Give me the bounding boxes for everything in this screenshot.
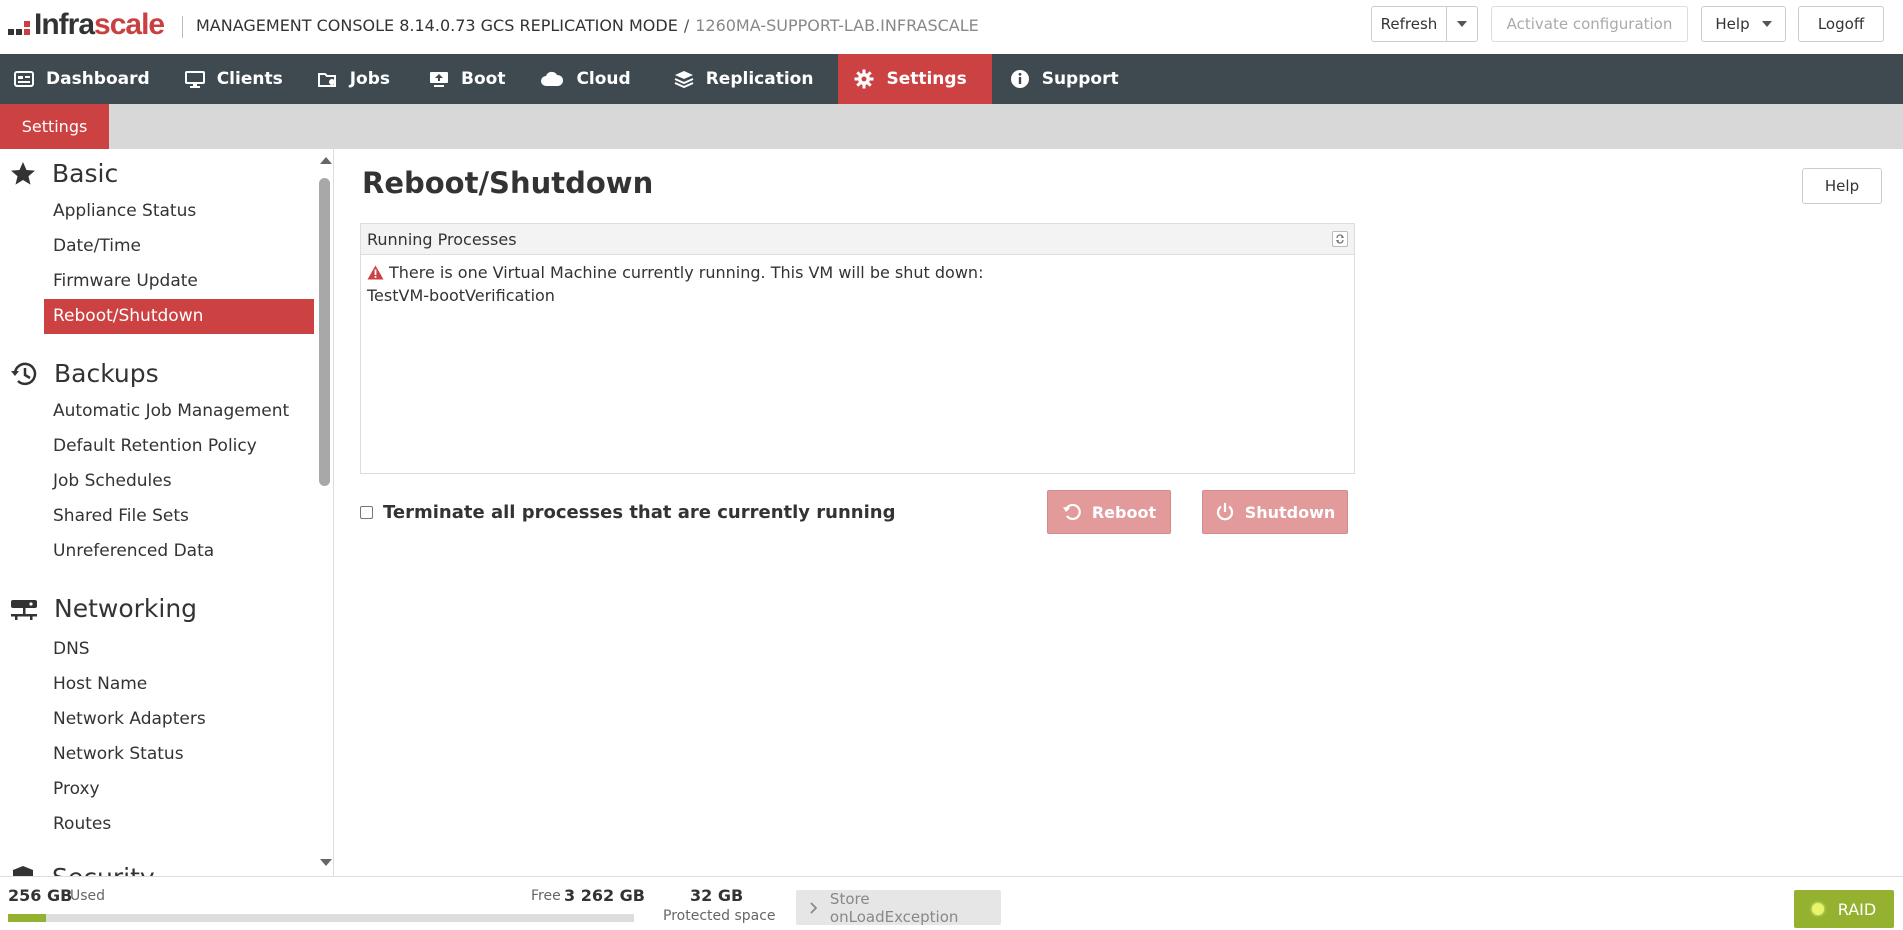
- logo-wordmark: Infrascale: [34, 8, 165, 41]
- console-title: MANAGEMENT CONSOLE 8.14.0.73 GCS REPLICA…: [196, 16, 979, 35]
- sidebar-item-dns[interactable]: DNS: [44, 632, 314, 667]
- sidebar-item-network-status[interactable]: Network Status: [44, 737, 314, 772]
- sidebar-item-job-schedules[interactable]: Job Schedules: [44, 464, 314, 499]
- cloud-icon: [541, 71, 564, 86]
- scroll-up-arrow-icon[interactable]: [320, 157, 332, 164]
- sidebar-item-proxy[interactable]: Proxy: [44, 772, 314, 807]
- sub-nav: Settings: [0, 104, 1903, 149]
- storage-usage-bar: [8, 914, 634, 922]
- gear-icon: [854, 69, 874, 89]
- terminate-processes-label: Terminate all processes that are current…: [383, 502, 896, 523]
- settings-sidebar: Basic Appliance Status Date/Time Firmwar…: [0, 149, 334, 876]
- sidebar-item-host-name[interactable]: Host Name: [44, 667, 314, 702]
- nav-dashboard[interactable]: Dashboard: [0, 54, 167, 104]
- store-status-button[interactable]: Store onLoadException: [796, 890, 1001, 926]
- running-processes-panel: Running Processes There is one Virtual M…: [360, 223, 1355, 474]
- info-icon: [1010, 70, 1029, 88]
- title-slash: /: [683, 16, 690, 35]
- used-space-value: 256 GB: [8, 886, 73, 905]
- sidebar-item-default-retention-policy[interactable]: Default Retention Policy: [44, 429, 314, 464]
- nav-replication[interactable]: Replication: [648, 54, 831, 104]
- free-space-label: Free: [531, 888, 561, 904]
- jobs-icon: [317, 73, 336, 87]
- sidebar-item-unreferenced-data[interactable]: Unreferenced Data: [44, 534, 314, 569]
- scrollbar-thumb[interactable]: [319, 178, 330, 486]
- panel-refresh-button[interactable]: [1332, 231, 1348, 247]
- page-help-button[interactable]: Help: [1802, 168, 1882, 204]
- sidebar-section-basic: Basic: [10, 159, 118, 188]
- reboot-icon: [1062, 503, 1081, 521]
- boot-icon: [430, 71, 448, 87]
- sidebar-item-shared-file-sets[interactable]: Shared File Sets: [44, 499, 314, 534]
- nav-boot[interactable]: Boot: [407, 54, 522, 104]
- activate-configuration-button[interactable]: Activate configuration: [1491, 6, 1688, 42]
- reboot-button[interactable]: Reboot: [1047, 490, 1171, 534]
- panel-header: Running Processes: [361, 224, 1354, 255]
- console-version: MANAGEMENT CONSOLE 8.14.0.73 GCS REPLICA…: [196, 16, 678, 35]
- sidebar-item-automatic-job-management[interactable]: Automatic Job Management: [44, 394, 314, 429]
- panel-title: Running Processes: [367, 229, 517, 249]
- history-icon: [11, 362, 37, 385]
- sidebar-section-backups: Backups: [10, 359, 159, 388]
- sidebar-item-firmware-update[interactable]: Firmware Update: [44, 264, 314, 299]
- nav-jobs[interactable]: Jobs: [300, 54, 407, 104]
- warning-icon: [367, 265, 384, 280]
- chevron-right-icon: [810, 901, 818, 914]
- console-host: 1260MA-SUPPORT-LAB.INFRASCALE: [695, 16, 979, 35]
- top-header: Infrascale MANAGEMENT CONSOLE 8.14.0.73 …: [0, 0, 1903, 55]
- free-space-value: 3 262 GB: [564, 886, 645, 905]
- dashboard-icon: [14, 71, 34, 87]
- protected-space-label: Protected space: [663, 908, 776, 924]
- subtab-settings[interactable]: Settings: [0, 104, 109, 149]
- refresh-button[interactable]: Refresh: [1371, 6, 1447, 42]
- scroll-down-arrow-icon[interactable]: [320, 859, 332, 866]
- nav-settings[interactable]: Settings: [838, 54, 992, 104]
- layers-icon: [674, 71, 694, 88]
- header-separator: [182, 16, 183, 38]
- vm-name: TestVM-bootVerification: [367, 286, 555, 305]
- main-nav: Dashboard Clients Jobs Boot Cloud Replic…: [0, 54, 1903, 104]
- header-help-button[interactable]: Help: [1701, 6, 1786, 42]
- terminate-processes-option[interactable]: Terminate all processes that are current…: [360, 502, 895, 523]
- nav-clients[interactable]: Clients: [167, 54, 300, 104]
- protected-space-value: 32 GB: [690, 886, 744, 905]
- used-space-label: Used: [70, 888, 106, 904]
- shutdown-button[interactable]: Shutdown: [1202, 490, 1348, 534]
- vm-warning-text: There is one Virtual Machine currently r…: [389, 263, 984, 282]
- monitor-icon: [184, 70, 205, 88]
- storage-usage-fill: [8, 914, 46, 922]
- raid-status-dot-icon: [1811, 903, 1824, 915]
- network-icon: [11, 599, 37, 620]
- shield-icon: [13, 865, 33, 876]
- chevron-down-icon: [1761, 21, 1772, 27]
- storage-footer: 256 GB Used Free 3 262 GB 32 GB Protecte…: [0, 876, 1903, 930]
- page-title: Reboot/Shutdown: [362, 166, 654, 200]
- sidebar-item-network-adapters[interactable]: Network Adapters: [44, 702, 314, 737]
- sidebar-item-date-time[interactable]: Date/Time: [44, 229, 314, 264]
- nav-cloud[interactable]: Cloud: [522, 54, 647, 104]
- infrascale-logo[interactable]: Infrascale: [8, 8, 165, 41]
- raid-status-button[interactable]: RAID: [1794, 890, 1894, 928]
- logo-mark: [8, 21, 30, 35]
- sidebar-section-networking: Networking: [10, 594, 197, 623]
- panel-body: There is one Virtual Machine currently r…: [361, 255, 1354, 313]
- refresh-dropdown-button[interactable]: [1446, 6, 1478, 42]
- sidebar-item-reboot-shutdown[interactable]: Reboot/Shutdown: [44, 299, 314, 334]
- sidebar-scrollbar[interactable]: [316, 149, 333, 876]
- vm-warning: There is one Virtual Machine currently r…: [367, 261, 1348, 284]
- sidebar-item-routes[interactable]: Routes: [44, 807, 314, 842]
- refresh-icon: [1336, 234, 1344, 244]
- terminate-processes-checkbox[interactable]: [360, 506, 373, 519]
- star-icon: [11, 162, 35, 185]
- power-icon: [1216, 503, 1233, 521]
- logoff-button[interactable]: Logoff: [1798, 6, 1884, 42]
- nav-support[interactable]: Support: [992, 54, 1136, 104]
- sidebar-section-security: Security: [10, 863, 155, 876]
- sidebar-item-appliance-status[interactable]: Appliance Status: [44, 194, 314, 229]
- chevron-down-icon: [1457, 21, 1467, 27]
